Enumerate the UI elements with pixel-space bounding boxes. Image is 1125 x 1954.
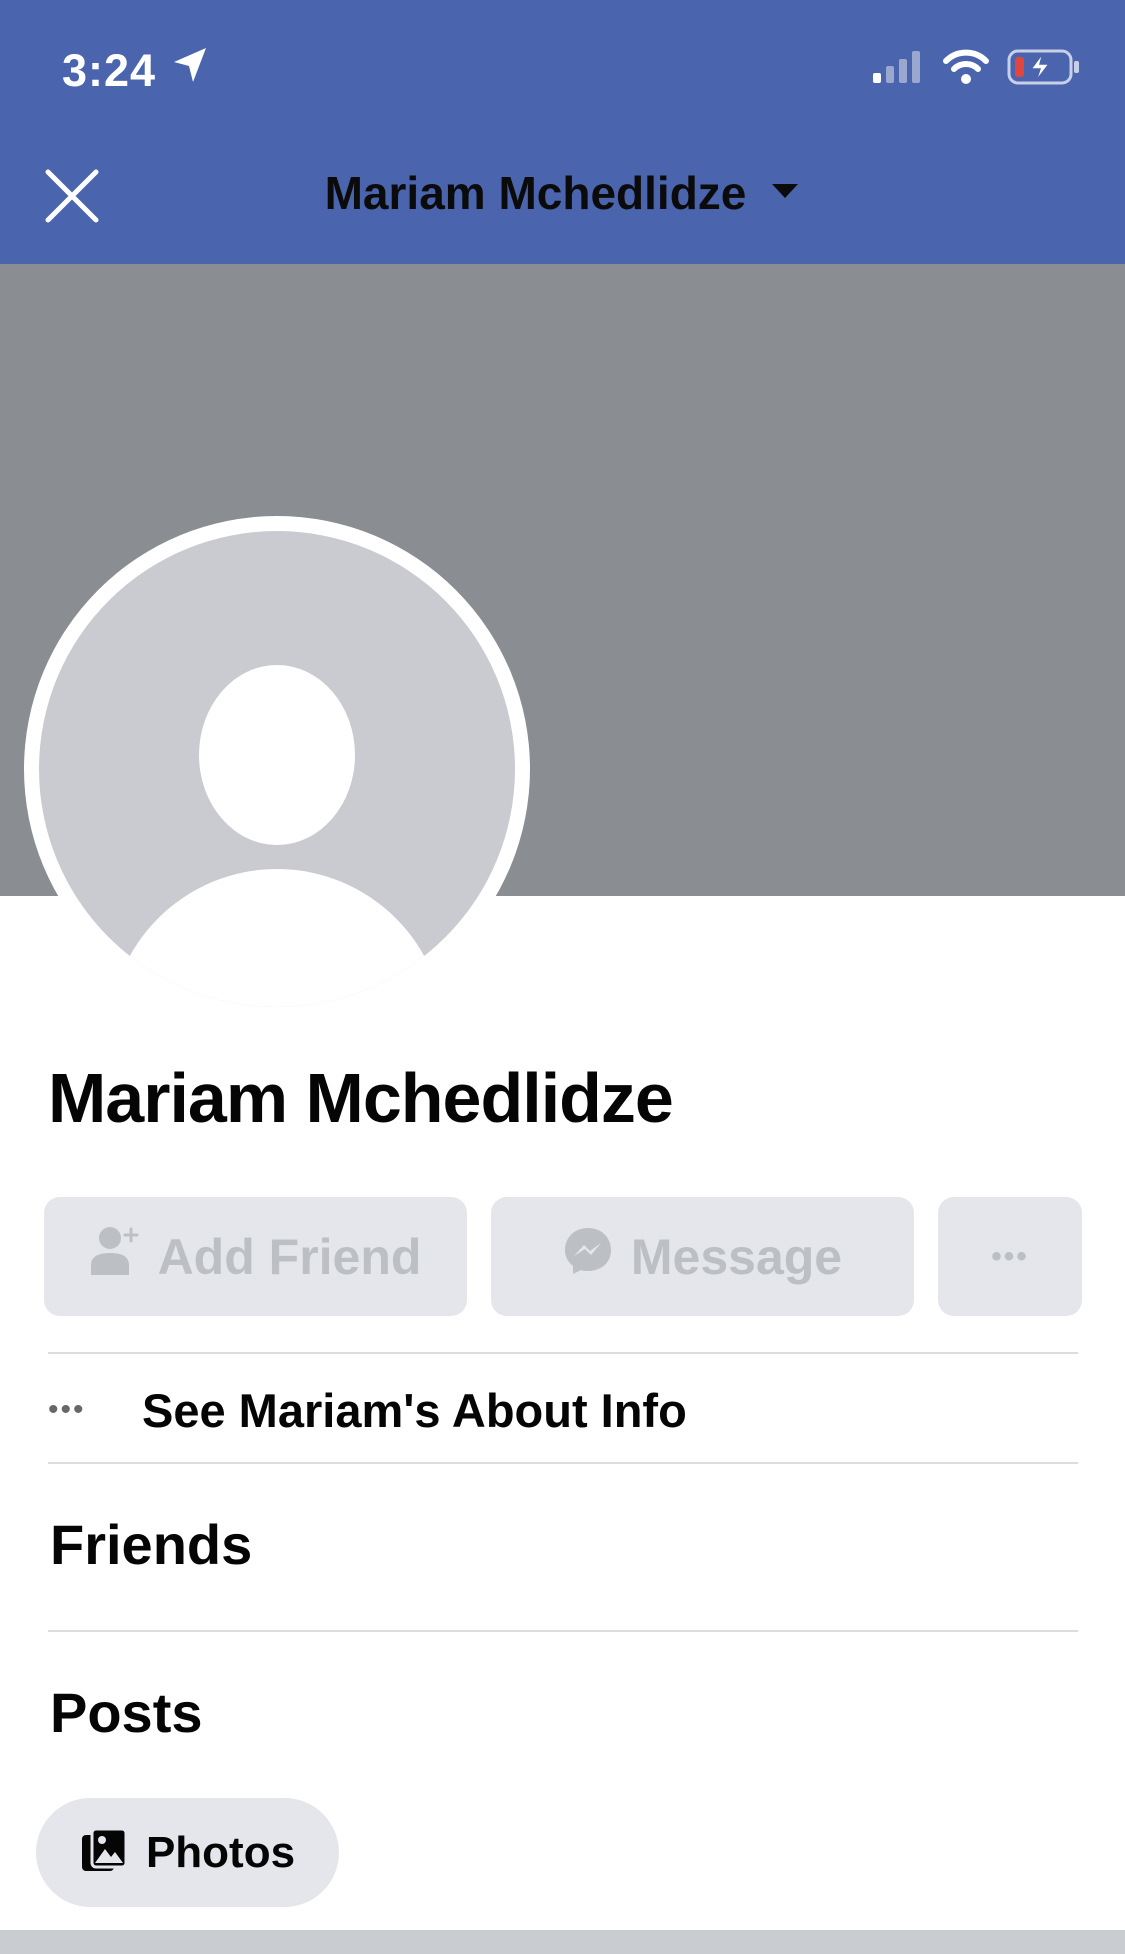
caret-down-icon bbox=[770, 181, 800, 206]
bottom-divider-strip bbox=[0, 1930, 1125, 1954]
battery-charging-icon bbox=[1007, 48, 1081, 91]
status-bar-time-group: 3:24 bbox=[62, 44, 210, 97]
top-app-bar: 3:24 Mariam Mchedlidze bbox=[0, 0, 1125, 264]
add-friend-label: Add Friend bbox=[157, 1228, 422, 1285]
friends-section-title: Friends bbox=[50, 1513, 253, 1576]
more-options-button[interactable]: ••• bbox=[938, 1197, 1082, 1316]
add-friend-button[interactable]: Add Friend bbox=[44, 1197, 467, 1316]
default-avatar-icon bbox=[39, 531, 515, 1007]
message-label: Message bbox=[630, 1228, 843, 1285]
status-bar-indicators bbox=[871, 48, 1081, 91]
header-title-dropdown[interactable]: Mariam Mchedlidze bbox=[0, 166, 1125, 220]
status-time: 3:24 bbox=[62, 44, 157, 96]
photos-label: Photos bbox=[145, 1827, 296, 1877]
see-about-info-link[interactable]: ••• See Mariam's About Info bbox=[48, 1360, 1078, 1460]
see-about-info-label: See Mariam's About Info bbox=[142, 1383, 687, 1437]
add-friend-icon bbox=[90, 1225, 140, 1289]
avatar-body bbox=[109, 869, 445, 1007]
more-dots-icon: ••• bbox=[48, 1393, 86, 1426]
location-arrow-icon bbox=[170, 44, 210, 97]
divider bbox=[48, 1630, 1078, 1632]
messenger-icon bbox=[563, 1226, 613, 1288]
wifi-icon bbox=[943, 49, 989, 90]
photos-button[interactable]: Photos bbox=[36, 1798, 339, 1907]
posts-section-title: Posts bbox=[50, 1681, 203, 1744]
cellular-signal-icon bbox=[871, 49, 925, 90]
more-options-icon: ••• bbox=[991, 1239, 1029, 1273]
profile-picture[interactable] bbox=[24, 516, 530, 1022]
divider bbox=[48, 1352, 1078, 1354]
header-title: Mariam Mchedlidze bbox=[324, 167, 747, 219]
avatar-head bbox=[199, 665, 355, 845]
divider bbox=[48, 1462, 1078, 1464]
profile-name: Mariam Mchedlidze bbox=[48, 1059, 674, 1137]
photos-icon bbox=[80, 1827, 128, 1878]
profile-actions: Add Friend Message ••• bbox=[44, 1197, 1082, 1316]
message-button[interactable]: Message bbox=[491, 1197, 914, 1316]
